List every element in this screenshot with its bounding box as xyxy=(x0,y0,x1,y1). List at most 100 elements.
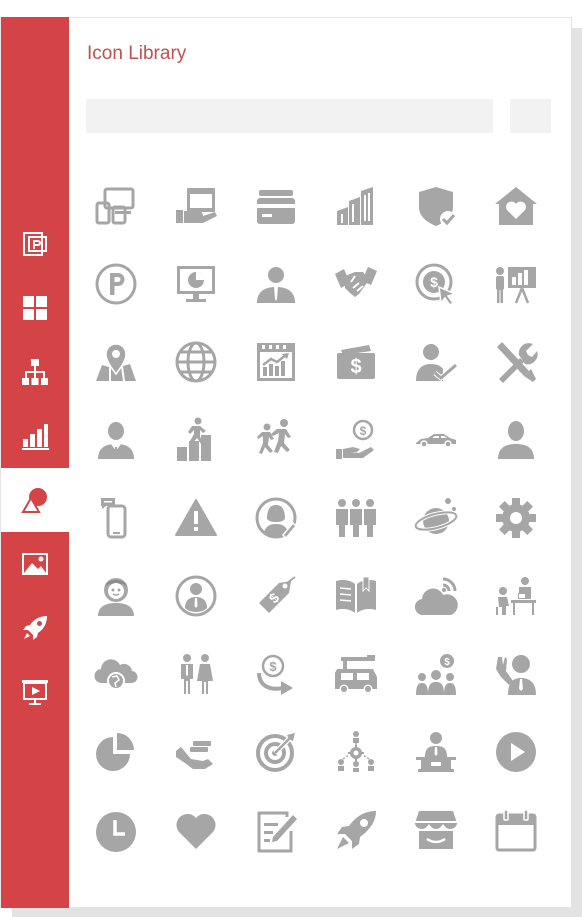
icon-clock[interactable] xyxy=(93,807,139,853)
icon-store[interactable] xyxy=(413,807,459,853)
icon-price-tag[interactable]: $ xyxy=(253,573,299,619)
icon-dollar-click[interactable]: $ xyxy=(413,261,459,307)
icon-home-heart[interactable] xyxy=(493,183,539,229)
speaker-podium-icon xyxy=(416,732,456,772)
icon-edit-note[interactable] xyxy=(253,807,299,853)
icon-climber-stairs[interactable] xyxy=(173,417,219,463)
icon-monitor-chart[interactable] xyxy=(173,261,219,307)
icon-calendar[interactable] xyxy=(493,807,539,853)
heart-icon xyxy=(176,813,216,849)
icon-speaker-podium[interactable] xyxy=(413,729,459,775)
icon-runners[interactable] xyxy=(253,417,299,463)
icon-woman-pen[interactable] xyxy=(253,495,299,541)
svg-text:$: $ xyxy=(350,356,361,378)
handshake-icon xyxy=(335,267,377,297)
icon-globe[interactable] xyxy=(173,339,219,385)
sidebar-item-org-chart[interactable] xyxy=(1,340,69,404)
person-check-icon xyxy=(416,344,458,382)
bar-chart-icon xyxy=(22,424,49,450)
network-gear-icon xyxy=(338,731,374,772)
manager-icon xyxy=(98,422,134,459)
home-heart-icon xyxy=(495,187,537,225)
icon-parking[interactable] xyxy=(93,261,139,307)
hand-coin-icon: $ xyxy=(336,419,374,459)
layout-grid-icon xyxy=(23,296,47,320)
icon-buildings[interactable] xyxy=(333,183,379,229)
icon-credit-cards[interactable] xyxy=(253,183,299,229)
icon-businessman[interactable] xyxy=(253,261,299,307)
search-button[interactable] xyxy=(510,99,551,133)
calendar-icon xyxy=(495,809,537,852)
gear-icon xyxy=(496,498,536,538)
icon-target[interactable] xyxy=(253,729,299,775)
icon-phone-message[interactable] xyxy=(93,495,139,541)
hand-cash-icon xyxy=(176,741,213,769)
book-icon xyxy=(336,576,376,613)
icon-devices[interactable] xyxy=(93,183,139,229)
pie-chart-icon xyxy=(96,733,134,771)
icon-cloud-globe[interactable] xyxy=(93,651,139,697)
boy-icon xyxy=(98,578,134,616)
icon-warning[interactable] xyxy=(173,495,219,541)
sidebar-item-rocket[interactable] xyxy=(1,596,69,660)
icon-presenter-chart[interactable] xyxy=(493,261,539,307)
monitor-chart-icon xyxy=(177,266,215,302)
target-icon xyxy=(256,733,295,772)
rocket-icon xyxy=(337,811,376,849)
icon-group-dollar[interactable]: $ xyxy=(413,651,459,697)
icon-cloud-signal[interactable] xyxy=(413,573,459,619)
icon-meeting[interactable] xyxy=(493,573,539,619)
icon-planet[interactable] xyxy=(413,495,459,541)
icon-book[interactable] xyxy=(333,573,379,619)
icon-user[interactable] xyxy=(493,417,539,463)
icon-pie-chart[interactable] xyxy=(93,729,139,775)
businessman-icon xyxy=(257,267,295,303)
icon-team[interactable] xyxy=(333,495,379,541)
icon-play[interactable] xyxy=(493,729,539,775)
icon-shield-check[interactable] xyxy=(413,183,459,229)
icon-manager[interactable] xyxy=(93,417,139,463)
icon-hand-window[interactable] xyxy=(173,183,219,229)
panel-shadow-bottom xyxy=(12,908,582,917)
truck-icon xyxy=(335,655,377,694)
sidebar-item-charts[interactable] xyxy=(1,404,69,468)
search-input[interactable] xyxy=(86,99,493,133)
phone-message-icon xyxy=(101,498,127,539)
icon-boy[interactable] xyxy=(93,573,139,619)
icon-truck[interactable] xyxy=(333,651,379,697)
sidebar-item-layout[interactable] xyxy=(1,276,69,340)
parking-icon xyxy=(95,263,137,305)
icon-user-circle[interactable] xyxy=(173,573,219,619)
icon-dollar-arrow[interactable]: $ xyxy=(253,651,299,697)
money-icon: $ xyxy=(337,345,375,379)
map-pin-icon xyxy=(96,343,136,381)
clock-icon xyxy=(96,812,136,852)
icon-couple[interactable] xyxy=(173,651,219,697)
sidebar-item-slideshow[interactable] xyxy=(1,660,69,724)
icon-rocket[interactable] xyxy=(333,807,379,853)
user-circle-icon xyxy=(175,575,217,617)
icon-calendar-chart[interactable] xyxy=(253,339,299,385)
team-icon xyxy=(336,499,376,537)
icon-money[interactable]: $ xyxy=(333,339,379,385)
icon-heart[interactable] xyxy=(173,807,219,853)
icon-car[interactable] xyxy=(413,417,459,463)
icon-gear[interactable] xyxy=(493,495,539,541)
icon-map-pin[interactable] xyxy=(93,339,139,385)
sidebar-item-powerpoint[interactable] xyxy=(1,212,69,276)
icon-hand-coin[interactable]: $ xyxy=(333,417,379,463)
presenter-chart-icon xyxy=(496,267,536,304)
icon-hand-cash[interactable] xyxy=(173,729,219,775)
hand-window-icon xyxy=(176,188,217,223)
svg-text:$: $ xyxy=(269,659,277,674)
icon-waving-person[interactable] xyxy=(493,651,539,697)
icon-network-gear[interactable] xyxy=(333,729,379,775)
sidebar-item-pictures[interactable] xyxy=(1,532,69,596)
svg-text:$: $ xyxy=(444,657,450,668)
page-title: Icon Library xyxy=(87,43,187,64)
icon-tools[interactable] xyxy=(493,339,539,385)
icon-handshake[interactable] xyxy=(333,261,379,307)
icon-person-check[interactable] xyxy=(413,339,459,385)
slideshow-icon xyxy=(22,680,48,705)
sidebar-item-shapes[interactable] xyxy=(1,468,69,532)
